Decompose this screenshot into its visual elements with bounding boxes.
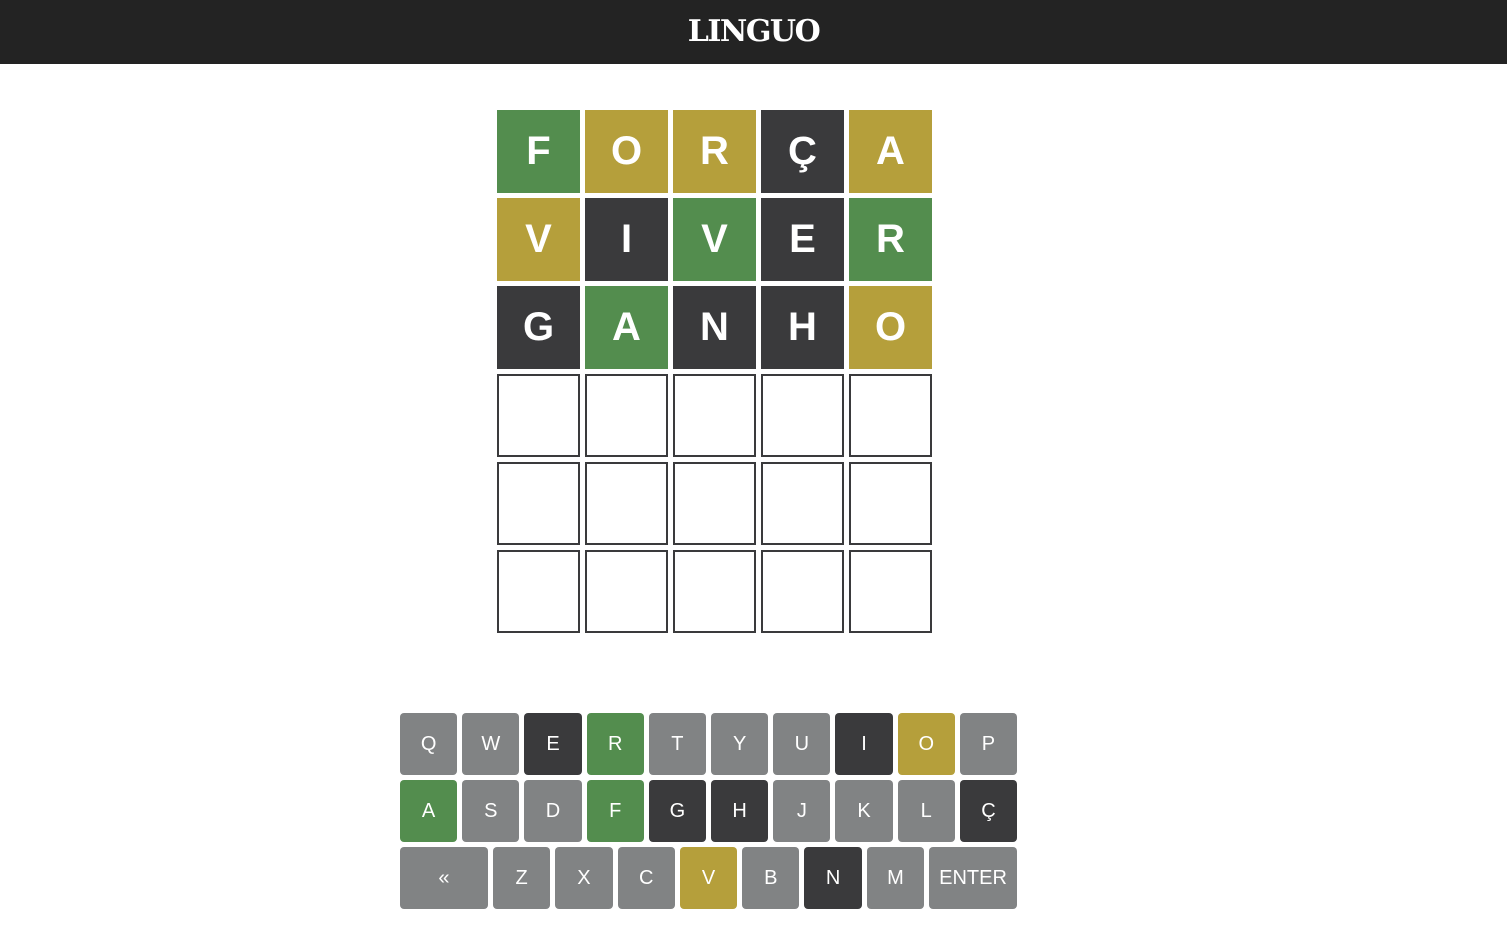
key-f[interactable]: F <box>586 780 644 842</box>
letter-tile: I <box>585 198 668 281</box>
key-p[interactable]: P <box>959 713 1018 775</box>
key-e[interactable]: E <box>524 713 582 775</box>
guess-board: FORÇAVIVERGANHO <box>497 110 932 633</box>
letter-tile: G <box>497 286 580 369</box>
empty-tile <box>849 550 932 633</box>
key-n[interactable]: N <box>804 847 862 909</box>
app-header: LINGUO <box>0 0 1507 64</box>
letter-tile: A <box>849 110 932 193</box>
empty-tile <box>497 550 580 633</box>
letter-tile: V <box>673 198 756 281</box>
key-r[interactable]: R <box>586 713 644 775</box>
key-i[interactable]: I <box>835 713 893 775</box>
key-y[interactable]: Y <box>711 713 769 775</box>
letter-tile: Ç <box>761 110 844 193</box>
empty-tile <box>849 374 932 457</box>
key-q[interactable]: Q <box>400 713 458 775</box>
key-k[interactable]: K <box>835 780 893 842</box>
on-screen-keyboard: Q W E R T Y U I O P A S D F G H J K L Ç «Z X C V B N M ENTER <box>400 713 1018 914</box>
key-l[interactable]: L <box>897 780 955 842</box>
key-h[interactable]: H <box>711 780 769 842</box>
empty-tile <box>673 374 756 457</box>
key-w[interactable]: W <box>462 713 520 775</box>
letter-tile: O <box>585 110 668 193</box>
key-t[interactable]: T <box>648 713 707 775</box>
letter-tile: O <box>849 286 932 369</box>
backspace-key[interactable]: « <box>400 847 488 909</box>
key-d[interactable]: D <box>524 780 582 842</box>
letter-tile: V <box>497 198 580 281</box>
empty-tile <box>585 550 668 633</box>
key-b[interactable]: B <box>742 847 800 909</box>
key-v[interactable]: V <box>679 847 738 909</box>
letter-tile: R <box>673 110 756 193</box>
key-c[interactable]: C <box>617 847 675 909</box>
empty-tile <box>585 374 668 457</box>
empty-tile <box>761 462 844 545</box>
empty-tile <box>673 462 756 545</box>
letter-tile: R <box>849 198 932 281</box>
key-j[interactable]: J <box>773 780 831 842</box>
key-x[interactable]: X <box>555 847 613 909</box>
key-z[interactable]: Z <box>492 847 551 909</box>
empty-tile <box>497 374 580 457</box>
enter-key[interactable]: ENTER <box>929 847 1017 909</box>
letter-tile: N <box>673 286 756 369</box>
keyboard-row: ASDFGHJKLÇ <box>400 780 1018 842</box>
keyboard-row: «Z X C V B N M ENTER <box>400 847 1017 909</box>
letter-tile: F <box>497 110 580 193</box>
empty-tile <box>761 374 844 457</box>
key-c-cedilla[interactable]: Ç <box>959 780 1018 842</box>
key-g[interactable]: G <box>648 780 707 842</box>
empty-tile <box>761 550 844 633</box>
letter-tile: A <box>585 286 668 369</box>
letter-tile: E <box>761 198 844 281</box>
keyboard-row: QWERTYUIOP <box>400 713 1018 775</box>
key-a[interactable]: A <box>400 780 458 842</box>
key-o[interactable]: O <box>897 713 955 775</box>
empty-tile <box>497 462 580 545</box>
app-title: LINGUO <box>687 13 821 49</box>
empty-tile <box>673 550 756 633</box>
key-m[interactable]: M <box>866 847 925 909</box>
key-u[interactable]: U <box>773 713 831 775</box>
letter-tile: H <box>761 286 844 369</box>
empty-tile <box>849 462 932 545</box>
empty-tile <box>585 462 668 545</box>
key-s[interactable]: S <box>462 780 520 842</box>
